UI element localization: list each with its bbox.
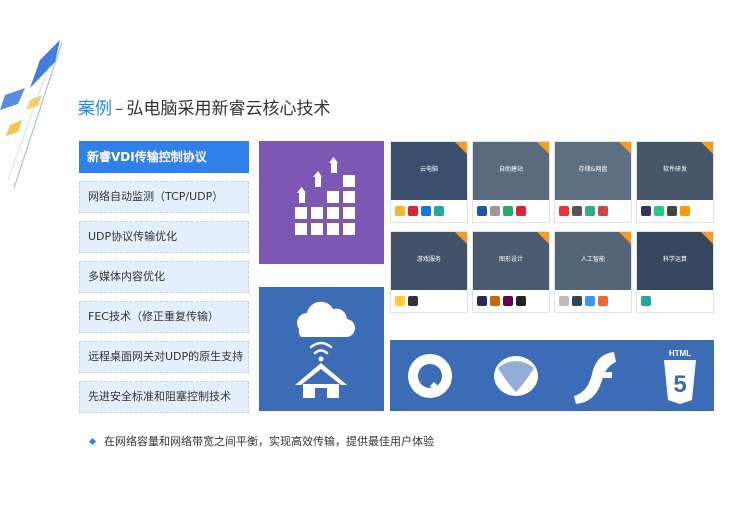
solution-card-label: 软件研发 [662, 166, 687, 173]
solution-card[interactable]: 图形设计 [472, 231, 550, 313]
html5-icon: HTML 5 [664, 349, 696, 404]
media-technologies-tile: HTML 5 [390, 340, 714, 411]
feature-item-network-monitor[interactable]: 网络自动监测（TCP/UDP） [79, 181, 249, 213]
solution-card-label: 游戏服务 [416, 256, 441, 263]
summary-bullet: 在网络容量和网络带宽之间平衡，实现高效传输，提供最佳用户体验 [88, 433, 434, 449]
cloud-home-tile [259, 287, 384, 411]
solution-card-label: 存储&网盘 [578, 166, 608, 173]
solution-card-label: 云电脑 [419, 166, 438, 173]
feature-item-vdi-protocol[interactable]: 新睿VDI传输控制协议 [79, 141, 249, 173]
svg-text:5: 5 [673, 371, 686, 398]
silverlight-icon [494, 356, 538, 396]
title-text: 弘电脑采用新睿云核心技术 [126, 99, 331, 119]
solution-card-label: 自助建站 [498, 166, 523, 173]
feature-list: 新睿VDI传输控制协议 网络自动监测（TCP/UDP） UDP协议传输优化 多媒… [79, 141, 249, 421]
solution-card[interactable]: 游戏服务 [390, 231, 468, 313]
title-separator: – [115, 99, 124, 119]
solution-card[interactable]: 存储&网盘 [554, 141, 632, 223]
solution-card[interactable]: 云电脑 [390, 141, 468, 223]
growth-tile [259, 141, 384, 264]
solution-card-label: 人工智能 [580, 256, 605, 263]
feature-item-rdp-gateway[interactable]: 远程桌面网关对UDP的原生支持 [79, 341, 249, 373]
feature-item-multimedia[interactable]: 多媒体内容优化 [79, 261, 249, 293]
feature-item-security[interactable]: 先进安全标准和阻塞控制技术 [79, 381, 249, 413]
solutions-grid: 云电脑 自助建站 存储&网盘 软件研发 游戏服务 图形设计 人工智能 科学运算 [390, 141, 714, 313]
bar-growth-icon [295, 157, 355, 235]
quicktime-icon [408, 354, 452, 398]
svg-text:HTML: HTML [669, 349, 691, 358]
cloud-home-icon [295, 301, 356, 398]
decoration-strokes [0, 40, 63, 189]
solution-card-label: 科学运算 [662, 256, 687, 263]
solution-card[interactable]: 自助建站 [472, 141, 550, 223]
solution-card[interactable]: 软件研发 [636, 141, 714, 223]
page-title: 案例 – 弘电脑采用新睿云核心技术 [78, 94, 331, 119]
solution-card[interactable]: 科学运算 [636, 231, 714, 313]
feature-item-udp-optimization[interactable]: UDP协议传输优化 [79, 221, 249, 253]
summary-text: 在网络容量和网络带宽之间平衡，实现高效传输，提供最佳用户体验 [104, 435, 434, 448]
feature-item-fec[interactable]: FEC技术（修正重复传输） [79, 301, 249, 333]
flash-icon [574, 352, 616, 404]
bullet-diamond-icon [88, 437, 97, 445]
title-highlight: 案例 [78, 99, 112, 119]
solution-card-label: 图形设计 [498, 256, 523, 263]
solution-card[interactable]: 人工智能 [554, 231, 632, 313]
